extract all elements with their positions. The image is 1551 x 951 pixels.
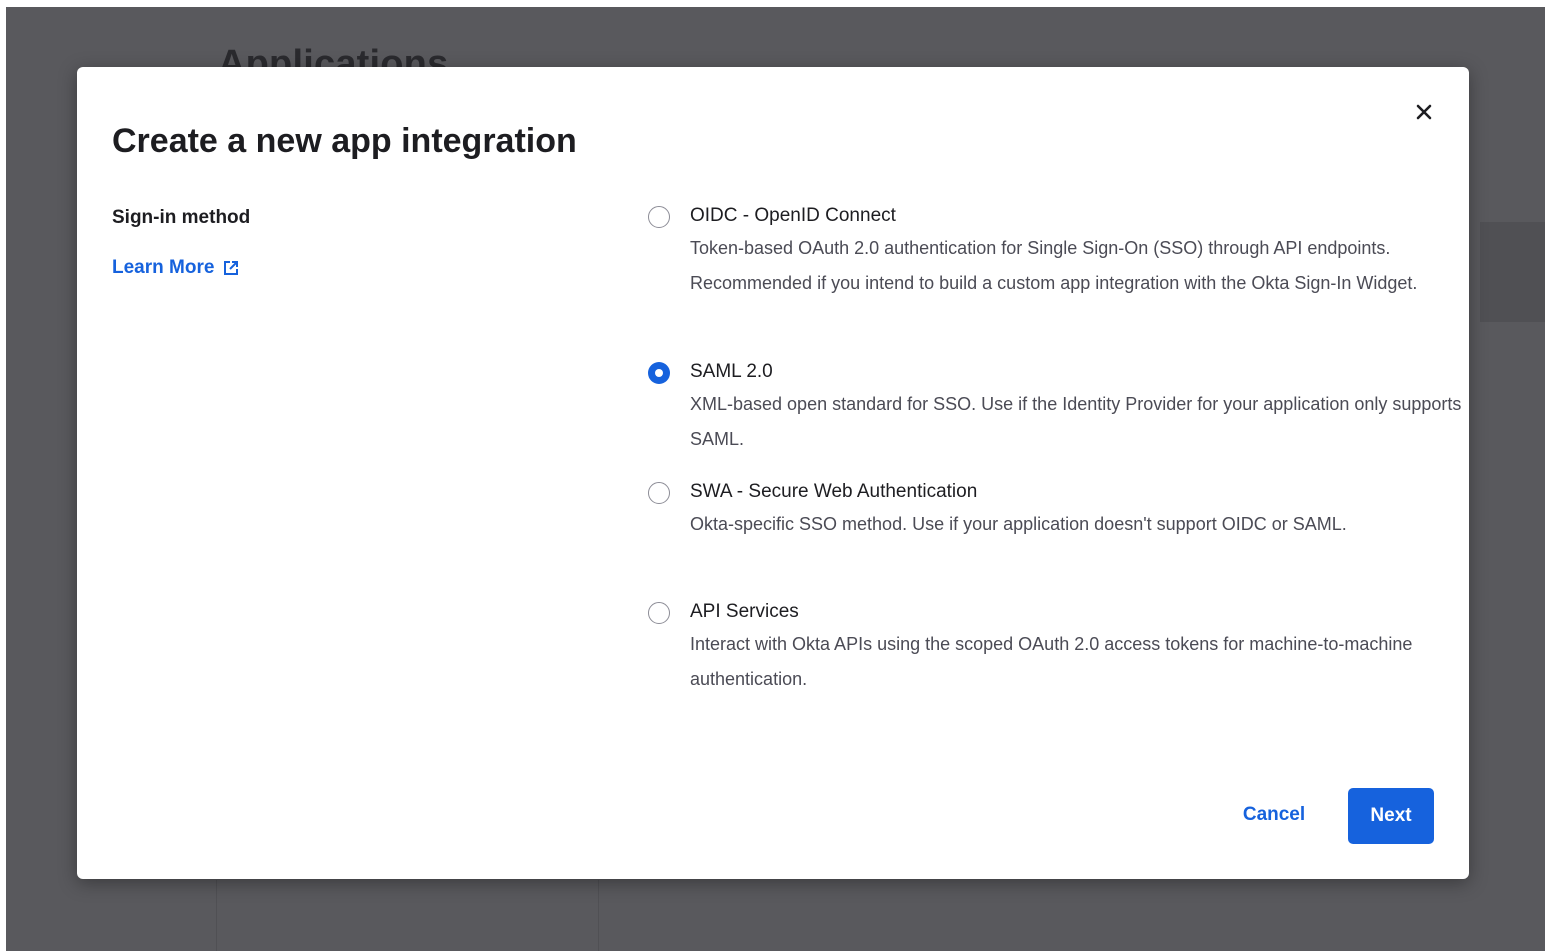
sign-in-method-label: Sign-in method xyxy=(112,207,251,228)
radio-api-services[interactable] xyxy=(648,602,670,624)
external-link-icon xyxy=(224,261,239,275)
option-label: OIDC - OpenID Connect xyxy=(690,205,896,226)
option-description: Token-based OAuth 2.0 authentication for… xyxy=(690,238,1418,293)
close-button[interactable] xyxy=(1411,99,1437,125)
option-swa[interactable]: SWA - Secure Web Authentication Okta-spe… xyxy=(648,479,1480,542)
background-divider xyxy=(216,880,217,951)
learn-more-label: Learn More xyxy=(112,257,215,278)
dialog-title: Create a new app integration xyxy=(112,122,577,160)
radio-swa[interactable] xyxy=(648,482,670,504)
option-description: Okta-specific SSO method. Use if your ap… xyxy=(690,514,1347,534)
option-label: SWA - Secure Web Authentication xyxy=(690,481,978,502)
option-label: API Services xyxy=(690,601,799,622)
cancel-button[interactable]: Cancel xyxy=(1224,789,1324,841)
radio-oidc[interactable] xyxy=(648,206,670,228)
option-saml[interactable]: SAML 2.0 XML-based open standard for SSO… xyxy=(648,359,1480,457)
option-description: XML-based open standard for SSO. Use if … xyxy=(690,394,1462,449)
background-divider xyxy=(1480,222,1545,322)
option-oidc[interactable]: OIDC - OpenID Connect Token-based OAuth … xyxy=(648,203,1480,301)
create-app-integration-dialog: Create a new app integration Sign-in met… xyxy=(77,67,1469,879)
background-divider xyxy=(598,880,599,951)
option-api-services[interactable]: API Services Interact with Okta APIs usi… xyxy=(648,599,1480,697)
close-icon xyxy=(1416,104,1432,120)
radio-saml[interactable] xyxy=(648,362,670,384)
option-description: Interact with Okta APIs using the scoped… xyxy=(690,634,1413,689)
option-label: SAML 2.0 xyxy=(690,361,773,382)
learn-more-link[interactable]: Learn More xyxy=(112,257,240,279)
next-button[interactable]: Next xyxy=(1348,788,1434,844)
